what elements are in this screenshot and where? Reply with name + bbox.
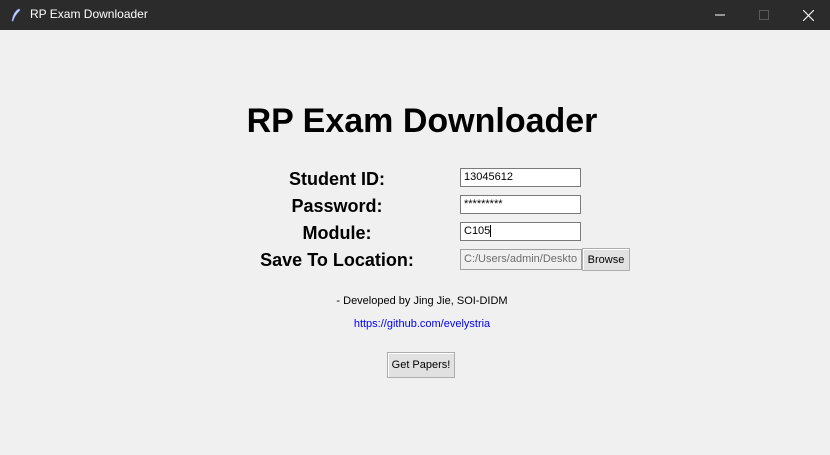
- student-id-label: Student ID:: [289, 169, 385, 189]
- page-title: RP Exam Downloader: [246, 102, 598, 140]
- minimize-button[interactable]: [698, 0, 742, 30]
- save-location-label: Save To Location:: [260, 250, 414, 270]
- save-location-input[interactable]: C:/Users/admin/Deskto: [460, 249, 582, 270]
- close-button[interactable]: [786, 0, 830, 30]
- developer-credit: - Developed by Jing Jie, SOI-DIDM: [336, 295, 508, 307]
- module-input[interactable]: C105: [460, 222, 581, 241]
- minimize-icon: [715, 10, 725, 20]
- student-id-input[interactable]: 13045612: [460, 168, 581, 187]
- maximize-button[interactable]: [742, 0, 786, 30]
- password-input[interactable]: *********: [460, 195, 581, 214]
- maximize-icon: [759, 10, 769, 20]
- main-content: RP Exam Downloader Student ID: 13045612 …: [0, 30, 830, 455]
- get-papers-button[interactable]: Get Papers!: [387, 352, 455, 378]
- module-label: Module:: [302, 223, 372, 243]
- password-label: Password:: [291, 196, 383, 216]
- close-icon: [802, 9, 814, 21]
- window-title: RP Exam Downloader: [30, 7, 148, 21]
- feather-icon: [10, 8, 22, 22]
- browse-button[interactable]: Browse: [582, 248, 630, 271]
- title-bar: RP Exam Downloader: [0, 0, 830, 30]
- app-window: RP Exam Downloader RP Exam Downloader St…: [0, 0, 830, 455]
- text-caret: [490, 225, 492, 238]
- module-value: C105: [464, 225, 491, 237]
- github-link[interactable]: https://github.com/evelystria: [0, 318, 830, 330]
